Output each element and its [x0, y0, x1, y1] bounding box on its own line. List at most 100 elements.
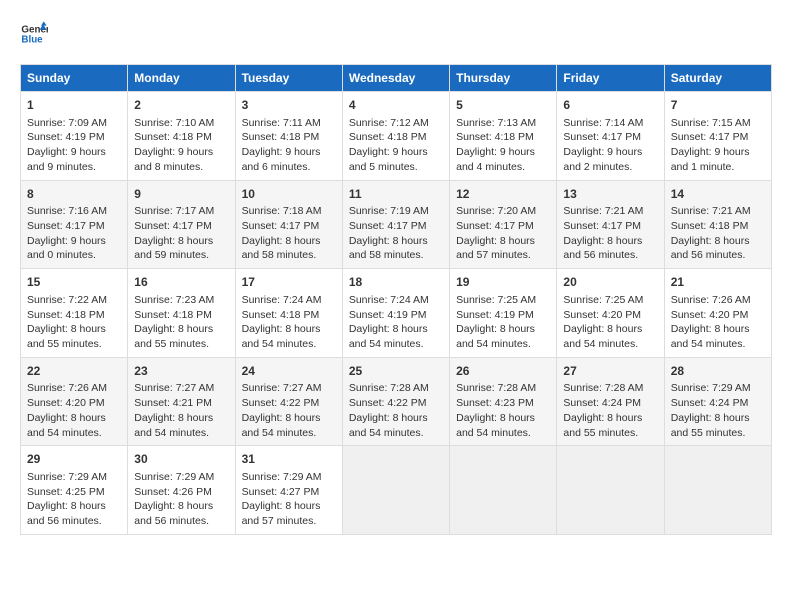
calendar-cell	[664, 446, 771, 535]
calendar-cell: 23Sunrise: 7:27 AMSunset: 4:21 PMDayligh…	[128, 357, 235, 446]
day-info-line: Sunrise: 7:20 AM	[456, 204, 550, 219]
day-info-line: Sunrise: 7:16 AM	[27, 204, 121, 219]
day-info-line: Sunset: 4:20 PM	[563, 308, 657, 323]
day-info-line: Daylight: 8 hours	[349, 322, 443, 337]
day-info-line: Sunset: 4:17 PM	[134, 219, 228, 234]
day-info-line: Sunset: 4:17 PM	[671, 130, 765, 145]
calendar-cell: 28Sunrise: 7:29 AMSunset: 4:24 PMDayligh…	[664, 357, 771, 446]
day-info-line: Sunrise: 7:28 AM	[563, 381, 657, 396]
calendar-cell: 19Sunrise: 7:25 AMSunset: 4:19 PMDayligh…	[450, 269, 557, 358]
day-info-line: and 2 minutes.	[563, 160, 657, 175]
calendar-cell: 14Sunrise: 7:21 AMSunset: 4:18 PMDayligh…	[664, 180, 771, 269]
day-info-line: Sunrise: 7:09 AM	[27, 116, 121, 131]
calendar-cell: 7Sunrise: 7:15 AMSunset: 4:17 PMDaylight…	[664, 92, 771, 181]
day-info-line: Sunset: 4:24 PM	[563, 396, 657, 411]
calendar-cell: 30 Sunrise: 7:29 AMSunset: 4:26 PMDayligh…	[128, 446, 235, 535]
day-number: 18	[349, 274, 443, 291]
day-info-line: Sunset: 4:18 PM	[242, 308, 336, 323]
day-number: 16	[134, 274, 228, 291]
calendar-week-row: 1Sunrise: 7:09 AMSunset: 4:19 PMDaylight…	[21, 92, 772, 181]
day-info-line: Sunset: 4:18 PM	[242, 130, 336, 145]
day-number: 12	[456, 186, 550, 203]
day-info-line: Sunrise: 7:29 AM	[671, 381, 765, 396]
day-info-line: Daylight: 9 hours	[134, 145, 228, 160]
day-info-line: and 55 minutes.	[671, 426, 765, 441]
day-info-line: Sunset: 4:24 PM	[671, 396, 765, 411]
day-info-line: Sunrise: 7:28 AM	[456, 381, 550, 396]
day-info-line: Daylight: 8 hours	[349, 411, 443, 426]
day-info-line: Sunset: 4:17 PM	[349, 219, 443, 234]
day-info-line: Daylight: 8 hours	[563, 322, 657, 337]
calendar-cell: 12Sunrise: 7:20 AMSunset: 4:17 PMDayligh…	[450, 180, 557, 269]
day-number: 21	[671, 274, 765, 291]
calendar-cell	[342, 446, 449, 535]
day-info-line: Daylight: 8 hours	[134, 322, 228, 337]
day-info-line: Daylight: 8 hours	[27, 411, 121, 426]
day-number: 30	[134, 451, 228, 468]
day-info-line: Daylight: 8 hours	[242, 322, 336, 337]
day-info-line: Sunrise: 7:29 AM	[27, 470, 121, 485]
day-info-line: Sunset: 4:18 PM	[134, 130, 228, 145]
day-info-line: Daylight: 8 hours	[456, 411, 550, 426]
day-info-line: and 54 minutes.	[242, 426, 336, 441]
day-info-line: Sunset: 4:19 PM	[349, 308, 443, 323]
calendar-cell: 4 Sunrise: 7:12 AMSunset: 4:18 PMDaylight…	[342, 92, 449, 181]
day-info-line: Sunrise: 7:12 AM	[349, 116, 443, 131]
day-info-line: and 1 minute.	[671, 160, 765, 175]
day-info-line: Daylight: 8 hours	[349, 234, 443, 249]
calendar-header: SundayMondayTuesdayWednesdayThursdayFrid…	[21, 65, 772, 92]
day-info-line: and 55 minutes.	[563, 426, 657, 441]
day-info-line: and 56 minutes.	[27, 514, 121, 529]
day-info-line: Daylight: 8 hours	[671, 322, 765, 337]
calendar-cell: 24Sunrise: 7:27 AMSunset: 4:22 PMDayligh…	[235, 357, 342, 446]
day-info-line: and 9 minutes.	[27, 160, 121, 175]
day-info-line: Sunset: 4:23 PM	[456, 396, 550, 411]
day-info-line: and 54 minutes.	[349, 426, 443, 441]
day-info-line: and 54 minutes.	[27, 426, 121, 441]
day-info-line: Sunrise: 7:29 AM	[134, 470, 228, 485]
day-number: 29	[27, 451, 121, 468]
day-number: 2	[134, 97, 228, 114]
calendar-cell: 5Sunrise: 7:13 AMSunset: 4:18 PMDaylight…	[450, 92, 557, 181]
calendar-week-row: 29Sunrise: 7:29 AMSunset: 4:25 PMDayligh…	[21, 446, 772, 535]
day-info-line: and 54 minutes.	[456, 337, 550, 352]
day-info-line: Sunset: 4:17 PM	[27, 219, 121, 234]
day-info-line: Daylight: 9 hours	[27, 145, 121, 160]
day-info-line: and 6 minutes.	[242, 160, 336, 175]
day-info-line: and 55 minutes.	[27, 337, 121, 352]
logo-icon: General Blue	[20, 20, 48, 48]
day-info-line: Sunrise: 7:22 AM	[27, 293, 121, 308]
day-info-line: Daylight: 8 hours	[134, 499, 228, 514]
calendar-cell	[557, 446, 664, 535]
day-info-line: Sunset: 4:18 PM	[349, 130, 443, 145]
day-info-line: Sunset: 4:18 PM	[671, 219, 765, 234]
day-info-line: Sunrise: 7:26 AM	[671, 293, 765, 308]
day-number: 9	[134, 186, 228, 203]
weekday-header: Monday	[128, 65, 235, 92]
day-info-line: Sunrise: 7:24 AM	[349, 293, 443, 308]
calendar-cell: 8Sunrise: 7:16 AMSunset: 4:17 PMDaylight…	[21, 180, 128, 269]
day-info-line: Daylight: 9 hours	[456, 145, 550, 160]
day-info-line: and 5 minutes.	[349, 160, 443, 175]
day-number: 4	[349, 97, 443, 114]
day-info-line: Daylight: 8 hours	[671, 411, 765, 426]
day-info-line: Sunset: 4:17 PM	[563, 219, 657, 234]
day-info-line: and 54 minutes.	[134, 426, 228, 441]
day-info-line: Sunset: 4:27 PM	[242, 485, 336, 500]
day-info-line: and 57 minutes.	[242, 514, 336, 529]
day-info-line: Sunrise: 7:14 AM	[563, 116, 657, 131]
day-info-line: Daylight: 9 hours	[349, 145, 443, 160]
day-info-line: Sunset: 4:18 PM	[134, 308, 228, 323]
day-info-line: Sunrise: 7:25 AM	[456, 293, 550, 308]
calendar-cell: 9Sunrise: 7:17 AMSunset: 4:17 PMDaylight…	[128, 180, 235, 269]
day-info-line: Sunset: 4:26 PM	[134, 485, 228, 500]
day-info-line: Daylight: 9 hours	[671, 145, 765, 160]
calendar-cell: 16Sunrise: 7:23 AMSunset: 4:18 PMDayligh…	[128, 269, 235, 358]
day-info-line: Daylight: 8 hours	[27, 499, 121, 514]
day-info-line: Daylight: 8 hours	[671, 234, 765, 249]
day-info-line: and 56 minutes.	[671, 248, 765, 263]
day-number: 27	[563, 363, 657, 380]
calendar-cell: 29Sunrise: 7:29 AMSunset: 4:25 PMDayligh…	[21, 446, 128, 535]
day-info-line: Sunrise: 7:21 AM	[671, 204, 765, 219]
day-info-line: Daylight: 8 hours	[456, 322, 550, 337]
